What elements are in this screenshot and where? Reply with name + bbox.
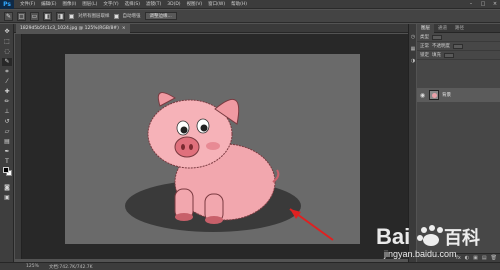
annotation-arrow <box>289 208 334 241</box>
photoshop-logo: Ps <box>0 0 14 9</box>
blend-mode-select[interactable]: 正常 <box>420 43 429 49</box>
sample-all-layers-label: 对所有图层取样 <box>78 14 110 19</box>
tab-layers[interactable]: 图层 <box>417 23 434 33</box>
menu-edit[interactable]: 编辑(E) <box>41 1 56 7</box>
new-selection-icon[interactable]: □ <box>17 11 26 21</box>
quick-mask-icon[interactable]: ◙ <box>2 184 12 192</box>
vertical-ruler <box>15 34 22 259</box>
clone-stamp-icon[interactable]: ⊥ <box>2 108 12 116</box>
layer-filter-row: 类型 <box>417 33 500 42</box>
close-document-icon[interactable]: × <box>122 26 126 31</box>
menu-bar: Ps 文件(F) 编辑(E) 图像(I) 图层(L) 文字(Y) 选择(S) 滤… <box>0 0 500 9</box>
eraser-tool-icon[interactable]: ▱ <box>2 128 12 136</box>
crop-tool-icon[interactable]: ⌗ <box>2 68 12 76</box>
document-tab-bar: 1829d5b5fc1c3_1024.jpg @ 125%(RGB/8#) × <box>14 24 408 33</box>
history-panel-icon[interactable]: ◷ <box>410 34 416 40</box>
layer-item-background[interactable]: ◉ 背景 <box>417 88 500 102</box>
opacity-field[interactable] <box>453 43 463 49</box>
menu-layer[interactable]: 图层(L) <box>82 1 97 7</box>
auto-enhance-label: 自动增强 <box>122 14 141 19</box>
document-tab[interactable]: 1829d5b5fc1c3_1024.jpg @ 125%(RGB/8#) × <box>16 24 130 33</box>
adjustment-layer-icon[interactable]: ◐ <box>465 255 469 261</box>
blend-mode-row: 正常 不透明度 <box>417 42 500 51</box>
eyedropper-tool-icon[interactable]: ⁄ <box>2 78 12 86</box>
minimize-button[interactable]: – <box>468 2 474 7</box>
filter-kind-label[interactable]: 类型 <box>420 34 429 40</box>
menu-filter[interactable]: 滤镜(T) <box>146 1 161 7</box>
layer-thumbnail <box>429 90 439 100</box>
menu-help[interactable]: 帮助(H) <box>231 1 247 7</box>
arrow-head <box>290 209 301 219</box>
visibility-eye-icon[interactable]: ◉ <box>419 92 426 99</box>
layers-panel-footer: fx ◐ ▣ ▤ 🗑 <box>417 253 500 262</box>
menu-3d[interactable]: 3D(D) <box>167 2 180 7</box>
layers-panel: 图层 通道 路径 类型 正常 不透明度 锁定 填充 ◉ 背景 fx ◐ ▣ ▤ … <box>417 23 500 262</box>
document-info: 文档:742.7K/742.7K <box>48 264 93 270</box>
menu-view[interactable]: 视图(V) <box>187 1 203 7</box>
fx-icon[interactable]: fx <box>456 255 461 261</box>
adjustments-panel-icon[interactable]: ◑ <box>410 58 416 64</box>
quick-selection-tool-icon[interactable]: ✎ <box>4 11 13 21</box>
lasso-tool-icon[interactable]: ◌ <box>2 48 12 56</box>
panel-tabs: 图层 通道 路径 <box>417 23 500 33</box>
lock-label: 锁定 <box>420 53 429 58</box>
new-group-icon[interactable]: ▣ <box>473 255 478 261</box>
options-bar: ✎ □ ▭ ◧ ◨ 对所有图层取样 自动增强 调整边缘... <box>0 10 500 23</box>
history-brush-icon[interactable]: ↺ <box>2 118 12 126</box>
move-tool-icon[interactable]: ✥ <box>2 28 12 36</box>
panel-icon-strip: ◷ ▦ ◑ <box>408 24 416 262</box>
menu-type[interactable]: 文字(Y) <box>103 1 118 7</box>
properties-panel-icon[interactable]: ▦ <box>410 46 416 52</box>
tab-paths[interactable]: 路径 <box>451 24 468 33</box>
lock-row: 锁定 填充 <box>417 51 500 60</box>
healing-brush-icon[interactable]: ✚ <box>2 88 12 96</box>
gradient-tool-icon[interactable]: ▤ <box>2 138 12 146</box>
zoom-level[interactable]: 125% <box>26 264 39 269</box>
toolbox: ✥ ⬚ ◌ ✎ ⌗ ⁄ ✚ ✏ ⊥ ↺ ▱ ▤ ✒ T ◙ ▣ <box>0 24 14 262</box>
add-to-selection-icon[interactable]: ▭ <box>30 11 39 21</box>
menu-window[interactable]: 窗口(W) <box>208 1 225 7</box>
status-bar: 125% 文档:742.7K/742.7K <box>0 262 500 270</box>
menu-select[interactable]: 选择(S) <box>125 1 140 7</box>
screen-mode-icon[interactable]: ▣ <box>2 194 12 202</box>
filter-kind-select[interactable] <box>432 34 442 40</box>
canvas[interactable] <box>65 54 360 244</box>
fill-label: 填充 <box>432 53 441 58</box>
window-controls: – □ × <box>468 0 498 9</box>
marquee-tool-icon[interactable]: ⬚ <box>2 38 12 46</box>
refine-edge-button[interactable]: 调整边缘... <box>144 12 177 20</box>
type-tool-icon[interactable]: T <box>2 158 12 166</box>
maximize-button[interactable]: □ <box>480 2 486 7</box>
trash-icon[interactable]: 🗑 <box>491 255 497 261</box>
fill-field[interactable] <box>444 52 454 58</box>
document-title: 1829d5b5fc1c3_1024.jpg @ 125%(RGB/8#) <box>20 26 119 31</box>
brush-settings-icon[interactable]: ◨ <box>56 11 65 21</box>
sample-all-layers-checkbox[interactable] <box>69 13 74 19</box>
menu-image[interactable]: 图像(I) <box>62 1 76 7</box>
workspace[interactable] <box>15 34 408 259</box>
pen-tool-icon[interactable]: ✒ <box>2 148 12 156</box>
layer-name: 背景 <box>442 93 451 98</box>
foreground-color-swatch[interactable] <box>3 167 9 173</box>
brush-tool-icon[interactable]: ✏ <box>2 98 12 106</box>
quick-selection-tool-icon[interactable]: ✎ <box>2 58 12 66</box>
auto-enhance-checkbox[interactable] <box>113 13 119 19</box>
menu-file[interactable]: 文件(F) <box>20 1 35 7</box>
tab-channels[interactable]: 通道 <box>434 24 451 33</box>
new-layer-icon[interactable]: ▤ <box>482 255 487 261</box>
close-button[interactable]: × <box>492 2 498 7</box>
opacity-label: 不透明度 <box>432 44 450 49</box>
subtract-from-selection-icon[interactable]: ◧ <box>43 11 52 21</box>
